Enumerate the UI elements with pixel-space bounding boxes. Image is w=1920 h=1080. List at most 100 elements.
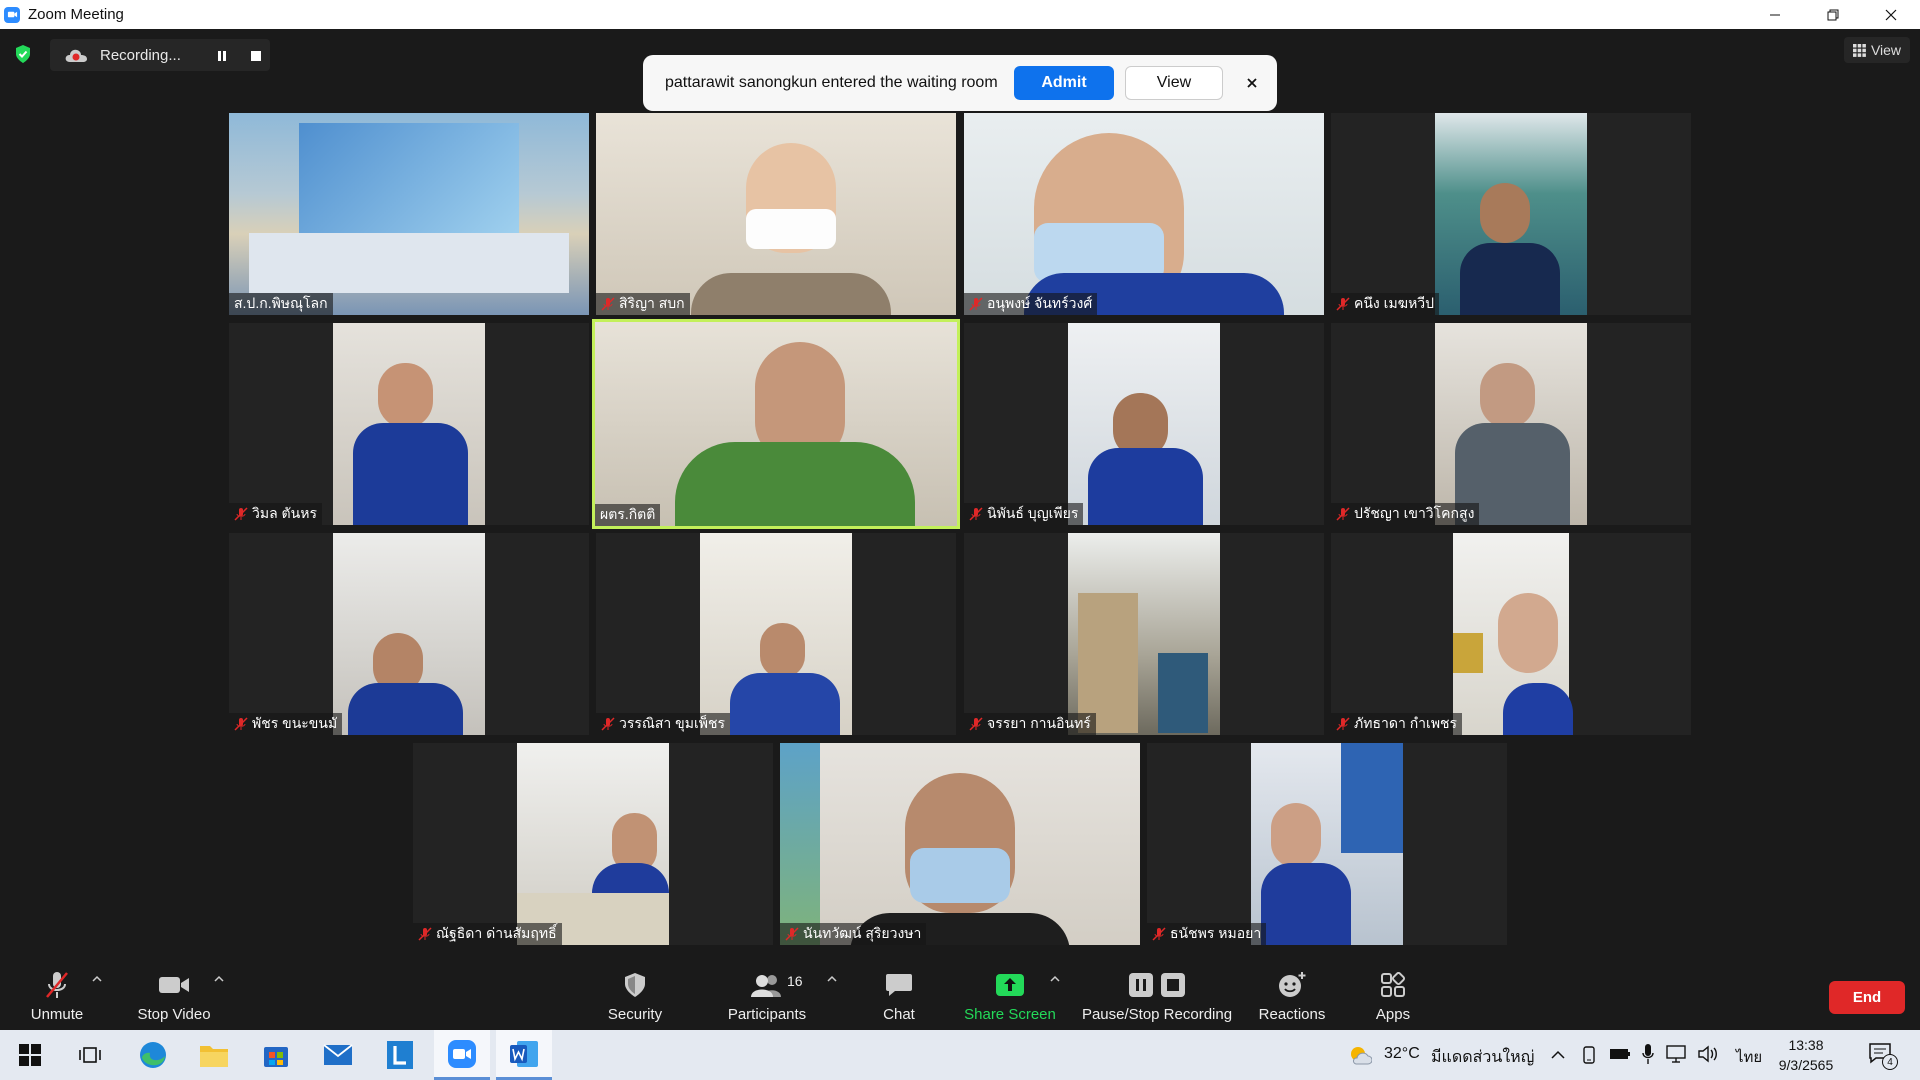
task-view-button[interactable] <box>62 1030 118 1080</box>
chat-button[interactable]: Chat <box>874 969 924 1023</box>
action-center-button[interactable]: 4 <box>1868 1042 1898 1070</box>
pause-stop-recording-icon <box>1129 973 1185 997</box>
participant-nameplate: ส.ป.ก.พิษณุโลก <box>229 293 333 315</box>
participant-nameplate: ณัฐธิดา ด่านสัมฤทธิ์ <box>413 923 562 945</box>
participant-tile[interactable]: วรรณิสา ขุมเพ็ชร <box>596 533 956 735</box>
chat-icon <box>886 974 912 996</box>
taskbar-line[interactable] <box>372 1030 428 1080</box>
participant-name: ภัทธาดา กำเพชร <box>1354 715 1458 731</box>
participant-name: นิพันธ์ บุญเพียร <box>987 505 1079 521</box>
close-notification-icon[interactable] <box>1241 72 1263 94</box>
muted-mic-icon <box>46 972 68 998</box>
participant-nameplate: นิพันธ์ บุญเพียร <box>964 503 1084 525</box>
participant-tile[interactable]: ณัฐธิดา ด่านสัมฤทธิ์ <box>413 743 773 945</box>
video-options-chevron-icon[interactable] <box>214 975 224 983</box>
edge-browser-icon <box>140 1042 166 1068</box>
participant-tile[interactable]: วิมล ตันหร <box>229 323 589 525</box>
participant-tile[interactable]: ส.ป.ก.พิษณุโลก <box>229 113 589 315</box>
reactions-label: Reactions <box>1258 1006 1326 1023</box>
taskbar-zoom[interactable] <box>434 1030 490 1080</box>
muted-mic-icon <box>1336 297 1350 311</box>
participant-tile[interactable]: อนุพงษ์ จันทร์วงศ์ <box>964 113 1324 315</box>
folder-icon <box>200 1046 228 1067</box>
windows-logo-icon <box>19 1044 41 1066</box>
participant-tile[interactable]: นันทวัฒน์ สุริยวงษา <box>780 743 1140 945</box>
participant-tile[interactable]: จรรยา กานอินทร์ <box>964 533 1324 735</box>
mail-icon <box>323 1044 353 1065</box>
share-options-chevron-icon[interactable] <box>1050 975 1060 983</box>
participant-nameplate: วิมล ตันหร <box>229 503 322 525</box>
share-screen-button[interactable]: Share Screen <box>962 969 1058 1023</box>
pause-recording-icon[interactable] <box>216 50 228 62</box>
volume-icon[interactable] <box>1697 1045 1719 1063</box>
muted-mic-icon <box>785 927 799 941</box>
participant-name: ส.ป.ก.พิษณุโลก <box>234 295 328 311</box>
participant-video <box>229 113 589 315</box>
participant-nameplate: วรรณิสา ขุมเพ็ชร <box>596 713 731 735</box>
participants-icon <box>751 975 781 997</box>
microphone-icon[interactable] <box>1641 1043 1655 1065</box>
participant-tile[interactable]: พัชร ขนะขนมั <box>229 533 589 735</box>
participant-video <box>596 113 956 315</box>
audio-options-chevron-icon[interactable] <box>92 975 102 983</box>
end-meeting-button[interactable]: End <box>1829 981 1905 1014</box>
participant-tile-active-speaker[interactable]: ผตร.กิตติ <box>592 319 960 529</box>
unmute-label: Unmute <box>30 1006 84 1023</box>
system-clock[interactable]: 13:38 9/3/2565 <box>1766 1035 1846 1075</box>
restore-button[interactable] <box>1804 0 1862 29</box>
stop-video-label: Stop Video <box>137 1006 211 1023</box>
participant-tile[interactable]: ภัทธาดา กำเพชร <box>1331 533 1691 735</box>
taskbar-store[interactable] <box>248 1030 304 1080</box>
taskbar-edge[interactable] <box>125 1030 181 1080</box>
muted-mic-icon <box>234 507 248 521</box>
close-window-button[interactable] <box>1862 0 1920 29</box>
view-waiting-room-button[interactable]: View <box>1125 66 1223 100</box>
participant-tile[interactable]: ปรัชญา เขาวิโคกสูง <box>1331 323 1691 525</box>
start-button[interactable] <box>2 1030 58 1080</box>
cloud-recording-icon <box>65 49 87 62</box>
apps-button[interactable]: Apps <box>1373 969 1413 1023</box>
participant-name: นันทวัฒน์ สุริยวงษา <box>803 925 922 941</box>
stop-recording-icon[interactable] <box>250 50 262 62</box>
participant-tile[interactable]: ธนัชพร หมอยา <box>1147 743 1507 945</box>
show-hidden-icons-chevron-icon[interactable] <box>1551 1050 1565 1060</box>
view-layout-button[interactable]: View <box>1844 37 1910 63</box>
participant-video <box>517 743 669 945</box>
window-title: Zoom Meeting <box>28 6 124 23</box>
minimize-button[interactable] <box>1746 0 1804 29</box>
input-language[interactable]: ไทย <box>1736 1045 1762 1069</box>
participant-video <box>333 533 485 735</box>
video-camera-icon <box>159 977 189 993</box>
taskbar-file-explorer[interactable] <box>186 1030 242 1080</box>
participant-tile[interactable]: นิพันธ์ บุญเพียร <box>964 323 1324 525</box>
security-button[interactable]: Security <box>602 969 668 1023</box>
word-icon <box>510 1040 538 1067</box>
participant-tile[interactable]: คนึง เมฆหวีป <box>1331 113 1691 315</box>
network-icon[interactable] <box>1666 1045 1688 1063</box>
stop-video-button[interactable]: Stop Video <box>134 969 214 1023</box>
taskbar-mail[interactable] <box>310 1030 366 1080</box>
taskbar-word[interactable] <box>496 1030 552 1080</box>
participant-video <box>1068 533 1220 735</box>
participant-nameplate: ผตร.กิตติ <box>595 504 661 526</box>
weather-description[interactable]: มีแดดส่วนใหญ่ <box>1431 1045 1534 1070</box>
participant-video <box>333 323 485 525</box>
admit-button[interactable]: Admit <box>1014 66 1114 100</box>
shield-icon[interactable] <box>14 44 32 64</box>
unmute-button[interactable]: Unmute <box>30 969 84 1023</box>
participant-name: วิมล ตันหร <box>252 505 317 521</box>
participant-nameplate: ปรัชญา เขาวิโคกสูง <box>1331 503 1480 525</box>
participants-options-chevron-icon[interactable] <box>827 975 837 983</box>
participant-video <box>700 533 852 735</box>
participants-count: 16 <box>787 973 803 989</box>
device-icon[interactable] <box>1581 1045 1597 1065</box>
muted-mic-icon <box>1152 927 1166 941</box>
participant-tile[interactable]: สิริญา สบก <box>596 113 956 315</box>
reactions-button[interactable]: Reactions <box>1254 969 1330 1023</box>
pause-stop-recording-button[interactable]: Pause/Stop Recording <box>1082 969 1232 1023</box>
participant-video <box>1251 743 1403 945</box>
windows-taskbar: 32°C มีแดดส่วนใหญ่ ไทย 13:38 9/3/2565 4 <box>0 1030 1920 1080</box>
battery-icon[interactable] <box>1609 1046 1631 1062</box>
l-app-icon <box>387 1041 413 1069</box>
participant-name: ณัฐธิดา ด่านสัมฤทธิ์ <box>436 925 557 941</box>
